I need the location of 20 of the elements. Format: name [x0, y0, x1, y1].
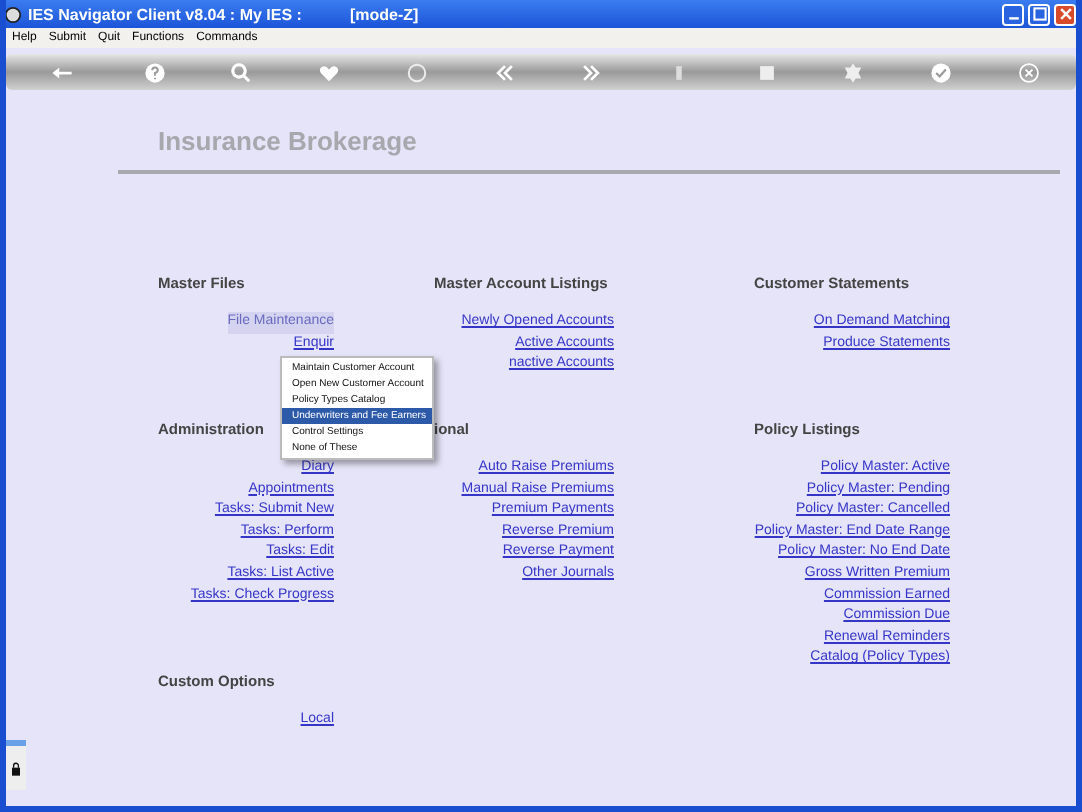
minimize-button[interactable]: [1002, 3, 1024, 25]
app-icon: [6, 5, 22, 23]
close-button[interactable]: [1054, 3, 1076, 25]
lock-icon: [12, 761, 20, 775]
side-panel-tab[interactable]: [6, 740, 26, 790]
check-icon[interactable]: [930, 61, 953, 83]
square-icon[interactable]: [755, 61, 778, 83]
maximize-icon: [1031, 6, 1047, 22]
double-right-icon[interactable]: [580, 61, 603, 83]
help-icon[interactable]: [143, 61, 166, 83]
circle-icon[interactable]: [405, 61, 428, 83]
heart-icon[interactable]: [318, 61, 341, 83]
close-circle-icon[interactable]: [1017, 61, 1040, 83]
close-icon: [1057, 6, 1073, 22]
window-title: IES Navigator Client v8.04 : My IES :: [28, 5, 302, 23]
window-mode: [mode-Z]: [349, 5, 419, 23]
search-icon[interactable]: [230, 61, 253, 83]
double-left-icon[interactable]: [493, 61, 516, 83]
page-title: Insurance Brokerage: [158, 126, 419, 156]
maximize-button[interactable]: [1028, 3, 1050, 25]
